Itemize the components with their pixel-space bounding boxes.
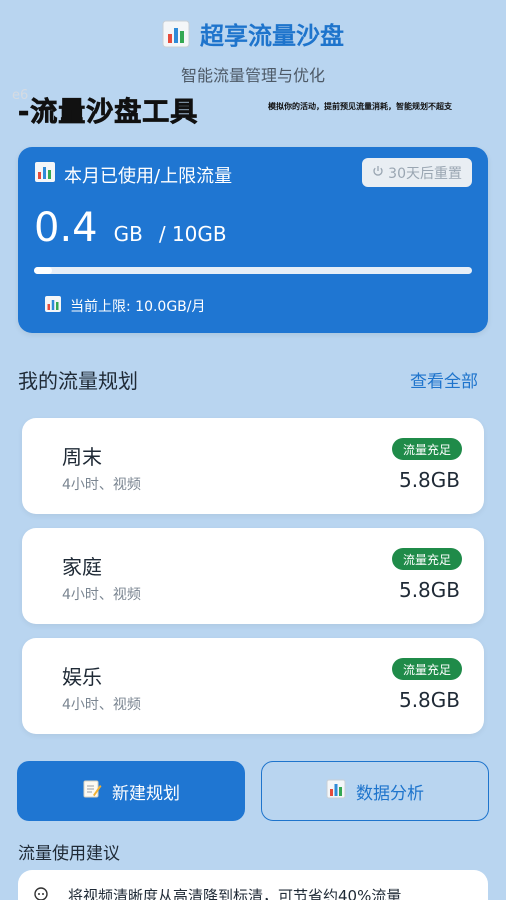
limit-info-text: 当前上限: 10.0GB/月 — [70, 299, 206, 315]
plan-name: 周末 — [62, 445, 102, 469]
data-analysis-button[interactable]: 数据分析 — [261, 761, 489, 821]
app-title: 超享流量沙盘 — [0, 16, 506, 51]
plan-card[interactable]: 家庭 4小时、视频 流量充足 5.8GB — [22, 528, 484, 624]
data-analysis-label: 数据分析 — [356, 783, 424, 804]
new-plan-button[interactable]: 新建规划 — [17, 761, 245, 821]
plan-amount: 5.8GB — [398, 688, 460, 712]
new-plan-label: 新建规划 — [112, 783, 180, 804]
plan-amount: 5.8GB — [398, 578, 460, 602]
usage-title-text: 本月已使用/上限流量 — [64, 165, 233, 187]
power-icon — [372, 165, 384, 181]
lightbulb-icon — [32, 886, 50, 900]
tip-text: 将视频清晰度从高清降到标清，可节省约40%流量 — [68, 887, 402, 900]
plan-status-badge: 流量充足 — [391, 658, 462, 680]
tip-item: 将视频清晰度从高清降到标清，可节省约40%流量 — [18, 870, 488, 900]
plans-section-header: 我的流量规划 查看全部 — [18, 363, 488, 393]
limit-info: 当前上限: 10.0GB/月 — [44, 295, 206, 317]
bar-chart-icon — [44, 295, 62, 317]
plan-description: 4小时、视频 — [62, 697, 141, 713]
tips-section-title: 流量使用建议 — [18, 844, 120, 864]
usage-value: 0.4 GB / 10GB — [34, 205, 227, 251]
usage-card-title: 本月已使用/上限流量 — [34, 161, 232, 188]
banner-description: 模拟你的活动，提前预见流量消耗，智能规划不超支 — [268, 102, 452, 111]
plan-name: 娱乐 — [62, 665, 102, 689]
plan-description: 4小时、视频 — [62, 477, 141, 493]
plan-status-badge: 流量充足 — [391, 548, 462, 570]
usage-progress-fill — [34, 267, 52, 274]
usage-card: 本月已使用/上限流量 30天后重置 0.4 GB / 10GB 当前上限: 10… — [18, 147, 488, 333]
reset-badge[interactable]: 30天后重置 — [362, 158, 472, 187]
limit-amount: / 10GB — [158, 222, 227, 246]
view-all-link[interactable]: 查看全部 — [410, 367, 478, 392]
plan-amount: 5.8GB — [398, 468, 460, 492]
used-unit: GB — [113, 222, 143, 246]
bar-chart-icon — [162, 20, 190, 48]
plan-name: 家庭 — [62, 555, 102, 579]
app-header: 超享流量沙盘 智能流量管理与优化 e6 -流量沙盘工具 模拟你的活动，提前预见流… — [0, 0, 506, 140]
memo-icon — [82, 779, 102, 804]
bar-chart-icon — [326, 779, 346, 804]
plan-status-badge: 流量充足 — [391, 438, 462, 460]
banner-title: -流量沙盘工具 — [18, 97, 199, 129]
plans-section-title: 我的流量规划 — [18, 369, 138, 393]
used-amount: 0.4 — [34, 205, 98, 251]
bar-chart-icon — [34, 161, 56, 188]
app-subtitle: 智能流量管理与优化 — [180, 66, 325, 85]
usage-progress-bar — [34, 267, 472, 274]
plan-card[interactable]: 周末 4小时、视频 流量充足 5.8GB — [22, 418, 484, 514]
plan-card[interactable]: 娱乐 4小时、视频 流量充足 5.8GB — [22, 638, 484, 734]
app-title-text: 超享流量沙盘 — [200, 22, 344, 50]
plan-description: 4小时、视频 — [62, 587, 141, 603]
reset-label: 30天后重置 — [388, 165, 462, 182]
